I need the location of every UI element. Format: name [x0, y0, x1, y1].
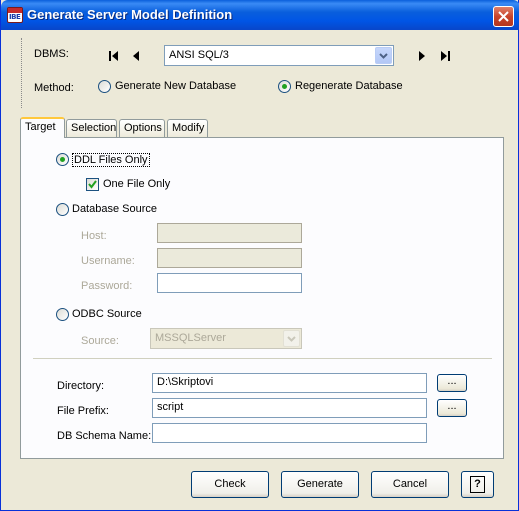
file-prefix-input[interactable]: script [152, 398, 427, 418]
next-record-icon[interactable] [415, 49, 429, 63]
one-file-only-checkbox[interactable] [86, 178, 99, 191]
tab-selection[interactable]: Selection [66, 119, 117, 138]
radio-database-source[interactable] [56, 203, 69, 216]
chevron-down-icon [379, 53, 388, 59]
database-source-label[interactable]: Database Source [72, 203, 157, 215]
directory-browse-button[interactable]: ... [437, 374, 467, 392]
host-input[interactable] [157, 223, 302, 243]
generate-button[interactable]: Generate [281, 471, 359, 498]
password-input[interactable] [157, 273, 302, 293]
dbms-dropdown-button[interactable] [375, 47, 392, 64]
app-icon-text: IBE [9, 13, 21, 21]
dbms-value: ANSI SQL/3 [169, 49, 229, 61]
checkmark-icon [88, 180, 97, 189]
directory-label: Directory: [57, 380, 105, 392]
password-label: Password: [81, 280, 133, 292]
odbc-source-label[interactable]: ODBC Source [72, 308, 142, 320]
source-value: MSSQLServer [155, 332, 226, 344]
source-select[interactable]: MSSQLServer [150, 328, 302, 349]
section-divider [33, 358, 492, 359]
radio-regenerate-database[interactable] [278, 80, 291, 93]
username-label: Username: [81, 255, 135, 267]
regenerate-database-label[interactable]: Regenerate Database [295, 80, 403, 92]
tab-target[interactable]: Target [20, 117, 65, 138]
first-record-icon[interactable] [107, 49, 121, 63]
source-label: Source: [81, 335, 119, 347]
title-bar[interactable]: IBE Generate Server Model Definition [1, 0, 519, 30]
source-dropdown-button[interactable] [283, 330, 300, 347]
ddl-files-only-label[interactable]: DDL Files Only [72, 153, 150, 167]
prev-record-icon[interactable] [129, 49, 143, 63]
check-button[interactable]: Check [191, 471, 269, 498]
username-input[interactable] [157, 248, 302, 268]
radio-ddl-files-only[interactable] [56, 153, 69, 166]
chevron-down-icon [287, 336, 296, 342]
directory-input[interactable]: D:\Skriptovi [152, 373, 427, 393]
tab-target-label: Target [25, 121, 56, 133]
app-icon: IBE [7, 7, 23, 23]
file-prefix-browse-button[interactable]: ... [437, 399, 467, 417]
cancel-button[interactable]: Cancel [371, 471, 449, 498]
one-file-only-label[interactable]: One File Only [103, 178, 170, 190]
method-label: Method: [34, 82, 74, 94]
file-prefix-label: File Prefix: [57, 405, 109, 417]
tab-options-label: Options [124, 122, 162, 134]
generate-new-database-label[interactable]: Generate New Database [115, 80, 236, 92]
tab-selection-label: Selection [71, 122, 117, 134]
tab-modify[interactable]: Modify [167, 119, 208, 138]
dbms-select[interactable]: ANSI SQL/3 [164, 45, 394, 66]
tab-modify-label: Modify [172, 122, 205, 134]
dialog-window: IBE Generate Server Model Definition DBM… [0, 0, 519, 511]
close-button[interactable] [493, 6, 514, 27]
radio-generate-new-database[interactable] [98, 80, 111, 93]
close-icon [498, 11, 509, 22]
last-record-icon[interactable] [438, 49, 452, 63]
tab-options[interactable]: Options [119, 119, 165, 138]
help-icon: ? [470, 476, 485, 493]
help-button[interactable]: ? [461, 471, 494, 498]
db-schema-name-input[interactable] [152, 423, 427, 443]
window-title: Generate Server Model Definition [27, 7, 233, 22]
dbms-label: DBMS: [34, 48, 69, 60]
radio-odbc-source[interactable] [56, 308, 69, 321]
db-schema-name-label: DB Schema Name: [57, 430, 152, 442]
host-label: Host: [81, 230, 107, 242]
